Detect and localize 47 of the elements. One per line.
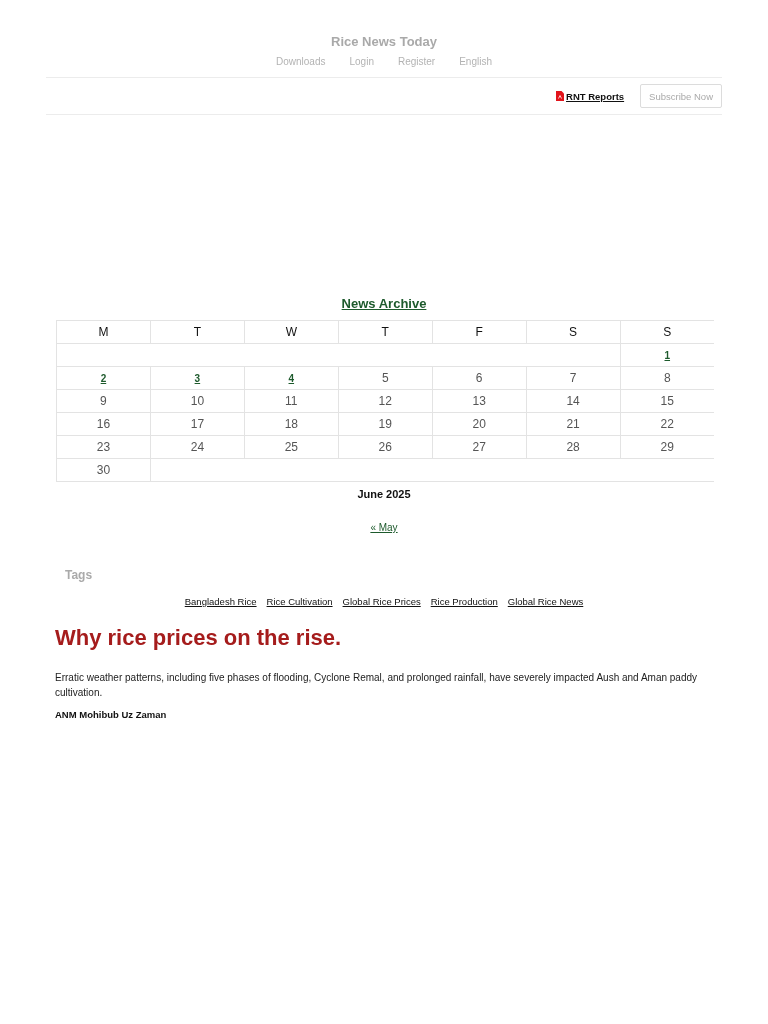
weekday-header: F	[432, 320, 527, 344]
calendar-day-cell: 27	[432, 435, 527, 459]
pdf-file-icon	[556, 91, 565, 101]
weekday-header: S	[526, 320, 621, 344]
day-link[interactable]: 4	[288, 373, 295, 384]
tags-heading: Tags	[65, 568, 93, 582]
calendar-day-cell: 12	[338, 389, 433, 413]
calendar-day-cell: 20	[432, 412, 527, 436]
calendar-day-cell: 23	[56, 435, 151, 459]
archive-title-link[interactable]: News Archive	[341, 296, 427, 312]
calendar-day-cell: 9	[56, 389, 151, 413]
calendar-day-cell: 6	[432, 366, 527, 390]
weekday-header: W	[244, 320, 339, 344]
calendar-day-cell: 11	[244, 389, 339, 413]
article-summary: Erratic weather patterns, including five phases of flooding, Cyclone Remal, and prolonged rainfall, have severely impacted Aush and Aman paddy cultivation.	[55, 671, 699, 700]
calendar-day-cell: 13	[432, 389, 527, 413]
calendar-day-cell: 26	[338, 435, 433, 459]
calendar-day-cell: 18	[244, 412, 339, 436]
tag-link[interactable]: Global Rice News	[507, 596, 584, 607]
weekday-header: S	[620, 320, 714, 344]
calendar-day-cell: 14	[526, 389, 621, 413]
tag-link[interactable]: Global Rice Prices	[342, 596, 421, 607]
weekday-header: M	[56, 320, 151, 344]
calendar-day-cell: 16	[56, 412, 151, 436]
calendar-caption: June 2025	[357, 488, 411, 500]
previous-month-link[interactable]: « May	[370, 522, 398, 533]
calendar-day-cell: 28	[526, 435, 621, 459]
calendar-day-cell: 21	[526, 412, 621, 436]
tag-link[interactable]: Rice Production	[430, 596, 498, 607]
day-link[interactable]: 3	[194, 373, 201, 384]
tag-link[interactable]: Rice Cultivation	[266, 596, 333, 607]
reports-link[interactable]: RNT Reports	[556, 90, 625, 102]
weekday-header: T	[150, 320, 245, 344]
calendar-day-cell: 25	[244, 435, 339, 459]
calendar-day-cell: 30	[56, 458, 151, 482]
calendar-day-cell: 17	[150, 412, 245, 436]
calendar-day-cell: 24	[150, 435, 245, 459]
article-headline[interactable]: Why rice prices on the rise.	[55, 624, 342, 652]
calendar-day-cell: 19	[338, 412, 433, 436]
tag-link[interactable]: Bangladesh Rice	[184, 596, 257, 607]
day-link[interactable]: 2	[100, 373, 107, 384]
article-author: ANM Mohibub Uz Zaman	[55, 709, 167, 720]
calendar-day-cell: 7	[526, 366, 621, 390]
calendar-day-cell: 10	[150, 389, 245, 413]
weekday-header: T	[338, 320, 433, 344]
day-link[interactable]: 1	[664, 350, 671, 361]
calendar-day-cell: 5	[338, 366, 433, 390]
